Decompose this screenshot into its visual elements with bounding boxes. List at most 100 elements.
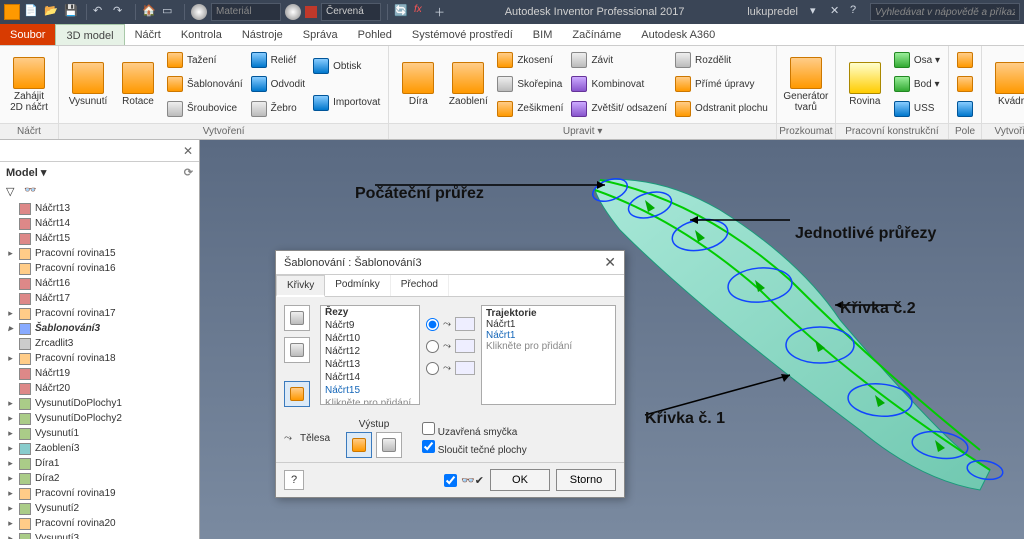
decal-button[interactable]: Obtisk [309,55,384,77]
tree-item[interactable]: ▸Pracovní rovina18 [16,351,199,366]
dialog-tab-podminky[interactable]: Podmínky [325,275,390,296]
tree-item[interactable]: ▸VysunutíDoPlochy2 [16,411,199,426]
extrude-button[interactable]: Vysunutí [63,48,113,121]
rails-mode-radio[interactable]: ⤳ [426,317,475,331]
save-icon[interactable]: 💾 [64,4,80,20]
tab-a360[interactable]: Autodesk A360 [631,24,725,45]
split-button[interactable]: Rozdělit [671,49,772,71]
open-icon[interactable]: 📂 [44,4,60,20]
binoculars-icon[interactable]: 👓 [24,185,38,199]
tree-item[interactable]: Náčrt13 [16,201,199,216]
dialog-preview-toggle[interactable]: 👓✔ [444,474,484,487]
tree-item[interactable]: Náčrt19 [16,366,199,381]
help-icon[interactable]: ? [850,4,866,20]
tree-item[interactable]: Náčrt15 [16,231,199,246]
tree-item[interactable]: ▸Zaoblení3 [16,441,199,456]
tree-item[interactable]: Náčrt17 [16,291,199,306]
coil-button[interactable]: Šroubovice [163,98,247,120]
help-search-input[interactable] [870,3,1020,21]
tree-item[interactable]: ▸Vysunutí2 [16,501,199,516]
browser-close-icon[interactable]: ✕ [183,144,193,158]
appearance-sphere-icon[interactable] [191,4,207,20]
pattern-rect-button[interactable] [953,49,977,71]
combine-button[interactable]: Kombinovat [567,73,671,95]
tab-soubor[interactable]: Soubor [0,24,55,45]
dialog-close-icon[interactable]: ✕ [604,254,616,271]
tree-item[interactable]: Náčrt20 [16,381,199,396]
tab-pohled[interactable]: Pohled [348,24,402,45]
rib-button[interactable]: Žebro [247,98,309,120]
tree-item[interactable]: ▸Šablonování3 [16,321,199,336]
model-tree[interactable]: Náčrt13Náčrt14Náčrt15▸Pracovní rovina15P… [0,201,199,539]
color-sphere-icon[interactable] [285,4,301,20]
tab-zaciname[interactable]: Začínáme [562,24,631,45]
new-icon[interactable]: 📄 [24,4,40,20]
material-dropdown[interactable]: Materiál [211,3,281,21]
tree-item[interactable]: Pracovní rovina16 [16,261,199,276]
hole-button[interactable]: Díra [393,48,443,121]
dialog-help-button[interactable]: ? [284,470,304,490]
redo-icon[interactable]: ↷ [113,4,129,20]
dialog-tab-krivky[interactable]: Křivky [276,275,325,297]
ucs-button[interactable]: USS [890,98,944,120]
tree-item[interactable]: ▸Díra2 [16,471,199,486]
tab-3d-model[interactable]: 3D model [55,24,124,45]
output-surface-button[interactable] [376,432,402,458]
loft-button[interactable]: Šablonování [163,73,247,95]
select-icon[interactable]: ▭ [162,4,178,20]
plus-icon[interactable]: ＋ [434,4,450,20]
revolve-button[interactable]: Rotace [113,48,163,121]
tab-sysprost[interactable]: Systémové prostředí [402,24,523,45]
closed-loop-checkbox[interactable]: Uzavřená smyčka [422,422,527,438]
direct-edit-button[interactable]: Přímé úpravy [671,73,772,95]
tab-kontrola[interactable]: Kontrola [171,24,232,45]
box-button[interactable]: Kvádr [986,48,1024,121]
browser-title[interactable]: Model ▾⟳ [0,162,199,183]
mirror-button[interactable] [953,98,977,120]
badge-icon[interactable]: ✕ [830,4,846,20]
plane-button[interactable]: Rovina [840,48,890,121]
tree-item[interactable]: ▸Pracovní rovina20 [16,516,199,531]
tool-surface-button[interactable] [284,381,310,407]
point-button[interactable]: Bod ▾ [890,73,944,95]
tool-cut-button[interactable] [284,337,310,363]
tab-nacrt[interactable]: Náčrt [125,24,171,45]
tree-item[interactable]: ▸Díra1 [16,456,199,471]
tree-item[interactable]: Náčrt16 [16,276,199,291]
rails-listbox[interactable]: Trajektorie Náčrt1 Náčrt1 Klikněte pro p… [481,305,616,405]
tree-item[interactable]: Náčrt14 [16,216,199,231]
tree-item[interactable]: Zrcadlit3 [16,336,199,351]
fillet-button[interactable]: Zaoblení [443,48,493,121]
chamfer-button[interactable]: Zkosení [493,49,567,71]
merge-tangent-checkbox[interactable]: Sloučit tečné plochy [422,440,527,456]
delete-face-button[interactable]: Odstranit plochu [671,98,772,120]
emboss-button[interactable]: Reliéf [247,49,309,71]
home-icon[interactable]: 🏠 [142,4,158,20]
tab-nastroje[interactable]: Nástroje [232,24,293,45]
tree-item[interactable]: ▸Pracovní rovina19 [16,486,199,501]
tree-item[interactable]: ▸Pracovní rovina17 [16,306,199,321]
derive-button[interactable]: Odvodit [247,73,309,95]
fx-icon[interactable]: fx [414,4,430,20]
tab-sprava[interactable]: Správa [293,24,348,45]
pattern-circ-button[interactable] [953,73,977,95]
tree-item[interactable]: ▸Pracovní rovina15 [16,246,199,261]
undo-icon[interactable]: ↶ [93,4,109,20]
tool-solid-button[interactable] [284,305,310,331]
draft-button[interactable]: Zešikmení [493,98,567,120]
centerline-mode-radio[interactable]: ⤳ [426,339,475,353]
color-dropdown[interactable]: Červená [321,3,381,21]
start-2d-sketch-button[interactable]: Zahájit 2D náčrt [4,48,54,121]
shell-button[interactable]: Skořepina [493,73,567,95]
user-name[interactable]: lukupredel [747,6,798,18]
user-chevron-icon[interactable]: ▾ [810,4,826,20]
cancel-button[interactable]: Storno [556,469,616,491]
sweep-button[interactable]: Tažení [163,49,247,71]
tree-item[interactable]: ▸VysunutíDoPlochy1 [16,396,199,411]
refresh-icon[interactable]: 🔄 [394,4,410,20]
axis-button[interactable]: Osa ▾ [890,49,944,71]
tab-bim[interactable]: BIM [523,24,563,45]
sections-listbox[interactable]: ŘezyNáčrt9Náčrt10Náčrt12Náčrt13Náčrt14Ná… [320,305,420,405]
import-button[interactable]: Importovat [309,92,384,114]
thicken-button[interactable]: Zvětšit/ odsazení [567,98,671,120]
